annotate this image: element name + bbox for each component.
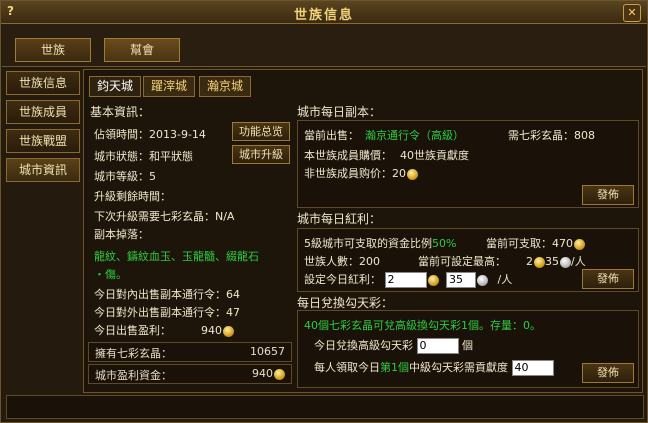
left-nav: 世族信息 世族成員 世族戰盟 城市資訊 <box>6 71 80 187</box>
sell-external: 今日對外出售副本通行令：47 <box>94 306 240 319</box>
tab-city-juntian[interactable]: 鈞天城 <box>89 76 141 97</box>
exchange-description: 40個七彩玄晶可兌高級換勾天彩1個。存量：0。 <box>304 319 541 332</box>
max-settable: 當前可設定最高： 2 35/人 <box>418 255 586 268</box>
close-button[interactable]: ✕ <box>623 4 641 22</box>
publish-exchange-button[interactable]: 發佈 <box>582 363 634 383</box>
dungeon-drops-items-2: ・傷。 <box>94 268 127 281</box>
today-profit: 今日出售盈利： 940 <box>94 322 234 338</box>
current-sell: 當前出售： 瀚京通行令（高級） <box>304 129 464 142</box>
basic-info-header: 基本資訊： <box>90 105 151 119</box>
clan-count: 世族人數：200 <box>304 255 380 268</box>
daily-dungeon-box: 當前出售： 瀚京通行令（高級） 需七彩玄晶：808 本世族成員購價： 40世族貢獻度… <box>297 120 639 208</box>
bonus-gold-input[interactable]: 2 <box>384 272 427 288</box>
crystal-box: 擁有七彩玄晶： 10657 <box>88 342 292 362</box>
tab-guild[interactable]: 幫會 <box>104 38 180 62</box>
daily-dungeon-header: 城市每日副本： <box>297 105 382 119</box>
occupy-time: 佔領時間：2013-9-14 <box>94 128 206 141</box>
city-upgrade-button[interactable]: 城市升級 <box>232 145 290 164</box>
set-bonus: 設定今日紅利： 2 35 /人 <box>304 272 513 288</box>
status-bar <box>6 395 644 419</box>
daily-bonus-header: 城市每日紅利： <box>297 212 382 226</box>
tab-city-hanjing[interactable]: 瀚京城 <box>199 76 251 97</box>
contribution-requirement: 每人領取今日第1個中級勾天彩需貢獻度 40 <box>314 359 554 376</box>
gold-coin-icon <box>223 325 234 337</box>
tab-city-yuezi[interactable]: 躍滓城 <box>143 76 195 97</box>
gold-coin-icon <box>407 168 418 180</box>
title-bar: ? 世族信息 ✕ <box>1 1 647 24</box>
nav-clan-info[interactable]: 世族信息 <box>6 71 80 95</box>
sell-cost: 需七彩玄晶：808 <box>508 129 595 142</box>
exchange-count-input[interactable]: 0 <box>416 338 459 354</box>
today-exchange: 今日兌換高級勾天彩 0 個 <box>314 338 473 354</box>
dungeon-drops-items: 龍紋、鑄紋血玉、玉龍髓、綴龍石 <box>94 250 259 263</box>
fund-box: 城市盈利資金： 940 <box>88 364 292 384</box>
window-title: 世族信息 <box>293 8 354 23</box>
silver-coin-icon <box>560 256 571 268</box>
upgrade-remaining: 升級剩餘時間： <box>94 190 171 203</box>
sell-internal: 今日對內出售副本通行令：64 <box>94 288 240 301</box>
function-overview-button[interactable]: 功能总览 <box>232 122 290 141</box>
bonus-silver-input[interactable]: 35 <box>446 272 476 288</box>
city-info-window: ? 世族信息 ✕ 世族 幫會 世族信息 世族成員 世族戰盟 城市資訊 鈞天城 躍… <box>0 0 648 423</box>
silver-coin-icon <box>477 274 488 286</box>
nav-city-info[interactable]: 城市資訊 <box>6 158 80 182</box>
daily-bonus-box: 5級城市可支取的資金比例50% 當前可支取：470 世族人數：200 當前可設定… <box>297 228 639 292</box>
city-level: 城市等級：5 <box>94 170 156 183</box>
gold-coin-icon <box>534 256 545 268</box>
exchange-header: 每日兌換勾天彩： <box>297 296 394 310</box>
contribution-input[interactable]: 40 <box>511 360 554 376</box>
available-withdraw: 當前可支取：470 <box>486 235 585 251</box>
fund-ratio: 5級城市可支取的資金比例50% <box>304 237 457 250</box>
publish-dungeon-button[interactable]: 發佈 <box>582 185 634 205</box>
nav-clan-members[interactable]: 世族成員 <box>6 100 80 124</box>
tab-clan[interactable]: 世族 <box>15 38 91 62</box>
gold-coin-icon <box>427 274 439 286</box>
nonmember-price: 非世族成員购价：20 <box>304 165 418 181</box>
publish-bonus-button[interactable]: 發佈 <box>582 269 634 289</box>
city-state: 城市狀態：和平狀態 <box>94 150 193 163</box>
dungeon-drops-label: 副本掉落： <box>94 228 149 241</box>
gold-coin-icon <box>574 238 585 250</box>
top-tab-bar: 世族 幫會 <box>2 24 646 67</box>
member-price: 本世族成員購價： 40世族貢獻度 <box>304 149 469 162</box>
exchange-box: 40個七彩玄晶可兌高級換勾天彩1個。存量：0。 今日兌換高級勾天彩 0 個 每人… <box>297 310 639 388</box>
nav-clan-alliance[interactable]: 世族戰盟 <box>6 129 80 153</box>
upgrade-requirement: 下次升級需要七彩玄晶：N/A <box>94 210 235 223</box>
city-info-panel: 鈞天城 躍滓城 瀚京城 基本資訊： 佔領時間：2013-9-14 功能总览 城市… <box>83 69 643 393</box>
gold-coin-icon <box>274 368 285 380</box>
